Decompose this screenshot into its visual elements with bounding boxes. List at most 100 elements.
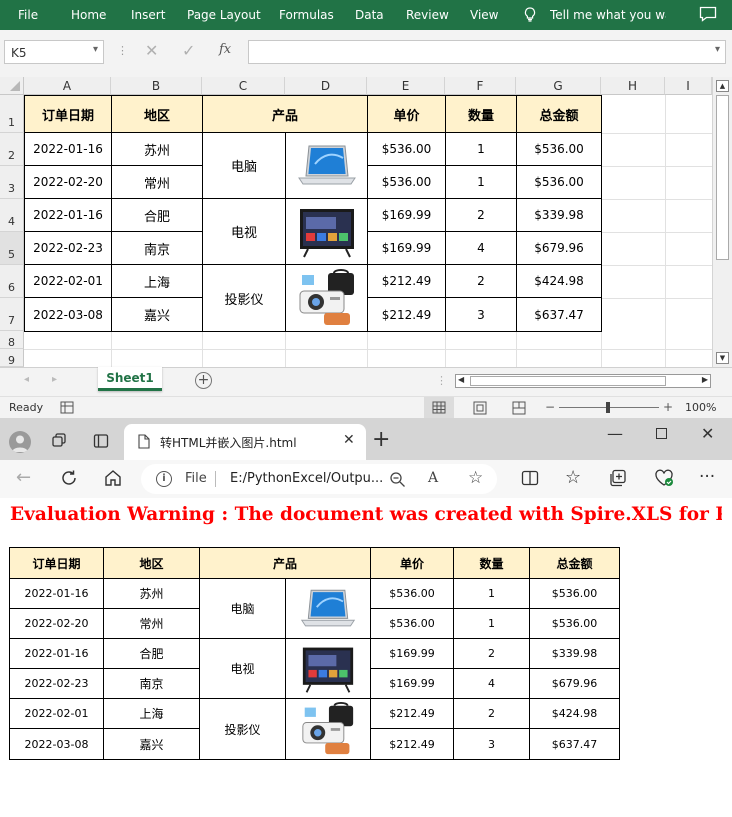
column-header-i[interactable]: I	[665, 77, 712, 95]
excel-cell-qty[interactable]: 1	[446, 166, 517, 199]
browser-essentials-icon[interactable]	[654, 469, 674, 487]
close-window-icon[interactable]: ✕	[701, 424, 714, 443]
excel-cell-price[interactable]: $212.49	[368, 298, 446, 332]
excel-cell-date[interactable]: 2022-01-16	[25, 199, 112, 232]
excel-cell-total[interactable]: $637.47	[517, 298, 602, 332]
ribbon-tab-data[interactable]: Data	[355, 8, 384, 22]
ribbon-tab-review[interactable]: Review	[406, 8, 449, 22]
tell-me-search[interactable]: Tell me what you want	[550, 8, 666, 22]
scroll-thumb[interactable]	[716, 95, 729, 260]
cancel-icon[interactable]: ✕	[145, 41, 158, 60]
excel-cell-date[interactable]: 2022-02-20	[25, 166, 112, 199]
row-header-2[interactable]: 2	[0, 133, 24, 166]
row-header-9[interactable]: 9	[0, 349, 24, 367]
excel-cell-product[interactable]: 电脑	[203, 133, 286, 199]
excel-cell-qty[interactable]: 3	[446, 298, 517, 332]
scroll-right-icon[interactable]: ▶	[702, 375, 708, 384]
formula-input[interactable]: ▾	[248, 40, 726, 64]
excel-cell-date[interactable]: 2022-02-01	[25, 265, 112, 298]
scroll-left-icon[interactable]: ◀	[458, 375, 464, 384]
excel-header-qty[interactable]: 数量	[446, 96, 517, 133]
row-header-3[interactable]: 3	[0, 166, 24, 199]
favorite-star-icon[interactable]: ☆	[468, 468, 483, 488]
excel-cell-region[interactable]: 南京	[112, 232, 203, 265]
excel-cell-date[interactable]: 2022-01-16	[25, 133, 112, 166]
excel-cell-price[interactable]: $212.49	[368, 265, 446, 298]
excel-cell-qty[interactable]: 2	[446, 199, 517, 232]
excel-cell-region[interactable]: 上海	[112, 265, 203, 298]
ribbon-tab-formulas[interactable]: Formulas	[279, 8, 334, 22]
scroll-thumb[interactable]	[470, 376, 666, 386]
excel-cell-price[interactable]: $169.99	[368, 232, 446, 265]
column-header-b[interactable]: B	[111, 77, 202, 95]
excel-cell-product[interactable]: 电视	[203, 199, 286, 265]
enter-check-icon[interactable]: ✓	[182, 41, 195, 60]
ribbon-tab-page-layout[interactable]: Page Layout	[187, 8, 261, 22]
tv-image[interactable]	[298, 203, 356, 261]
vertical-scrollbar[interactable]: ▲ ▼	[712, 77, 732, 367]
column-header-e[interactable]: E	[367, 77, 445, 95]
excel-cell-total[interactable]: $339.98	[517, 199, 602, 232]
column-header-c[interactable]: C	[202, 77, 285, 95]
tab-actions-icon[interactable]	[93, 433, 109, 449]
row-header-4[interactable]: 4	[0, 199, 24, 232]
scroll-up-icon[interactable]: ▲	[716, 80, 729, 92]
row-header-5[interactable]: 5	[0, 232, 24, 265]
zoom-level[interactable]: 100%	[685, 401, 716, 414]
excel-cell-price[interactable]: $169.99	[368, 199, 446, 232]
workspaces-icon[interactable]	[51, 433, 69, 449]
column-header-f[interactable]: F	[445, 77, 516, 95]
excel-cell-region[interactable]: 合肥	[112, 199, 203, 232]
read-aloud-icon[interactable]: A	[428, 470, 438, 486]
excel-cell-total[interactable]: $536.00	[517, 166, 602, 199]
excel-cell-total[interactable]: $679.96	[517, 232, 602, 265]
spreadsheet-grid[interactable]: A B C D E F G H I 1 2 3 4 5 6 7 8 9 订单日期…	[0, 77, 732, 367]
ribbon-tab-insert[interactable]: Insert	[131, 8, 165, 22]
column-header-g[interactable]: G	[516, 77, 601, 95]
add-sheet-icon[interactable]: +	[195, 372, 212, 389]
row-header-1[interactable]: 1	[0, 95, 24, 133]
page-layout-view-icon[interactable]	[470, 397, 490, 419]
name-box[interactable]: K5 ▾	[4, 40, 104, 64]
laptop-image[interactable]	[295, 142, 359, 190]
collections-icon[interactable]	[609, 469, 627, 487]
excel-cell-date[interactable]: 2022-02-23	[25, 232, 112, 265]
home-icon[interactable]	[104, 469, 122, 487]
ribbon-tab-home[interactable]: Home	[71, 8, 106, 22]
excel-cell-region[interactable]: 嘉兴	[112, 298, 203, 332]
excel-header-region[interactable]: 地区	[112, 96, 203, 133]
accessibility-icon[interactable]	[60, 401, 74, 414]
zoom-out-icon[interactable]: −	[545, 400, 555, 414]
address-url[interactable]: E:/PythonExcel/Outpu...	[230, 471, 383, 486]
excel-header-product[interactable]: 产品	[203, 96, 368, 133]
excel-cell-date[interactable]: 2022-03-08	[25, 298, 112, 332]
excel-header-price[interactable]: 单价	[368, 96, 446, 133]
prev-sheet-icon[interactable]: ◂	[24, 374, 29, 385]
ribbon-tab-view[interactable]: View	[470, 8, 498, 22]
refresh-icon[interactable]	[60, 469, 78, 487]
excel-cell-price[interactable]: $536.00	[368, 166, 446, 199]
maximize-icon[interactable]	[656, 428, 667, 439]
normal-view-icon[interactable]	[424, 397, 454, 419]
scroll-down-icon[interactable]: ▼	[716, 352, 729, 364]
projector-image[interactable]	[294, 269, 360, 327]
address-bar[interactable]: i File E:/PythonExcel/Outpu... A ☆	[141, 464, 497, 494]
split-screen-icon[interactable]	[521, 470, 539, 486]
excel-cell-total[interactable]: $536.00	[517, 133, 602, 166]
row-header-8[interactable]: 8	[0, 331, 24, 349]
new-tab-icon[interactable]: +	[372, 427, 390, 452]
excel-cell-qty[interactable]: 1	[446, 133, 517, 166]
sheet-tab-sheet1[interactable]: Sheet1	[98, 367, 162, 391]
back-icon[interactable]: ←	[16, 467, 31, 488]
favorites-icon[interactable]: ☆	[565, 467, 581, 488]
excel-cell-price[interactable]: $536.00	[368, 133, 446, 166]
profile-avatar-icon[interactable]	[9, 431, 31, 453]
zoom-icon[interactable]	[389, 471, 406, 488]
row-header-6[interactable]: 6	[0, 265, 24, 298]
browser-tab-active[interactable]: 转HTML并嵌入图片.html ✕	[124, 424, 366, 460]
insert-function-icon[interactable]: fx	[219, 42, 231, 57]
horizontal-scrollbar[interactable]: ◀ ▶	[455, 374, 711, 388]
excel-header-date[interactable]: 订单日期	[25, 96, 112, 133]
next-sheet-icon[interactable]: ▸	[52, 374, 57, 385]
excel-cell-qty[interactable]: 2	[446, 265, 517, 298]
